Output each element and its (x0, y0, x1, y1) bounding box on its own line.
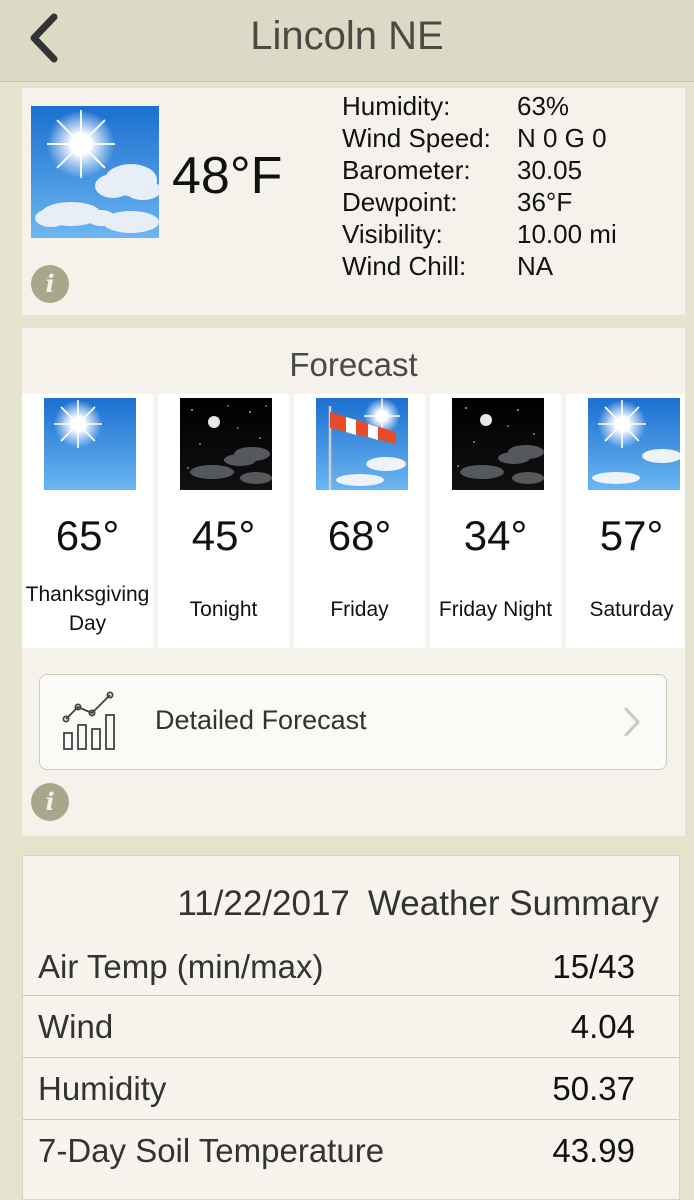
summary-value: 43.99 (552, 1131, 635, 1169)
dewpoint-label: Dewpoint: (342, 187, 458, 217)
summary-value: 50.37 (552, 1069, 635, 1107)
nav-bar: Lincoln NE (0, 0, 694, 82)
current-temperature: 48°F (172, 147, 283, 205)
visibility-value: 10.00 mi (517, 219, 617, 249)
forecast-day[interactable]: 68° Friday (294, 394, 425, 648)
visibility-row: Visibility: 10.00 mi (342, 218, 682, 250)
forecast-days[interactable]: 65° Thanksgiving Day 45° Tonight 68° Fri… (22, 394, 685, 648)
info-icon[interactable]: i (31, 265, 69, 303)
forecast-day-temp: 57° (599, 512, 664, 559)
forecast-heading: Forecast (289, 346, 418, 383)
forecast-day[interactable]: 65° Thanksgiving Day (22, 394, 153, 648)
forecast-day[interactable]: 57° Saturday (566, 394, 685, 648)
wind-chill-label: Wind Chill: (342, 251, 467, 281)
dewpoint-value: 36°F (517, 187, 573, 217)
humidity-label: Humidity: (342, 91, 451, 121)
summary-label: Wind (38, 1007, 114, 1045)
chevron-right-icon (624, 707, 640, 737)
forecast-card: Forecast 65° Thanksgiving Day 45° Tonigh… (22, 328, 685, 836)
wind-speed-label: Wind Speed: (342, 123, 491, 153)
forecast-day-temp: 45° (191, 512, 256, 559)
summary-label: 7-Day Soil Temperature (38, 1131, 385, 1169)
summary-value: 15/43 (552, 948, 635, 985)
weather-summary-card: 11/22/2017 Weather Summary Air Temp (min/… (22, 855, 680, 1200)
humidity-value: 63% (517, 91, 570, 121)
wind-chill-value: NA (517, 251, 554, 281)
summary-row-air-temp: Air Temp (min/max) 15/43 (23, 936, 679, 998)
forecast-day-temp: 68° (327, 512, 392, 559)
current-conditions-card: 48°F Humidity: 63% Wind Speed: N 0 G 0 B… (22, 88, 685, 315)
forecast-day-name: Saturday (589, 597, 674, 621)
forecast-day[interactable]: 34° Friday Night (430, 394, 561, 648)
sunny-icon (588, 398, 680, 490)
summary-row-wind: Wind 4.04 (23, 995, 679, 1057)
wind-speed-row: Wind Speed: N 0 G 0 (342, 122, 682, 154)
summary-row-soil-temp: 7-Day Soil Temperature 43.99 (23, 1119, 679, 1181)
forecast-day-name: Tonight (189, 597, 258, 621)
clear-night-icon (452, 398, 544, 490)
detailed-forecast-button[interactable]: Detailed Forecast (39, 674, 667, 770)
partly-cloudy-sun-icon (31, 106, 159, 238)
summary-title: 11/22/2017 Weather Summary (23, 884, 659, 924)
forecast-day-temp: 65° (55, 512, 120, 559)
forecast-day-name: Thanksgiving Day (25, 583, 150, 635)
summary-title-text: Weather Summary (367, 884, 659, 923)
barometer-label: Barometer: (342, 155, 471, 185)
chart-trend-icon (62, 691, 115, 750)
sunny-icon (44, 398, 136, 490)
clear-night-icon (180, 398, 272, 490)
summary-date: 11/22/2017 (177, 884, 350, 923)
forecast-day-name: Friday (330, 597, 389, 621)
forecast-day-name: Friday Night (438, 597, 553, 621)
summary-row-humidity: Humidity 50.37 (23, 1057, 679, 1119)
conditions-list: Humidity: 63% Wind Speed: N 0 G 0 Barome… (342, 90, 682, 282)
wind-chill-row: Wind Chill: NA (342, 250, 682, 282)
wind-speed-value: N 0 G 0 (517, 123, 607, 153)
windy-icon (316, 398, 408, 490)
visibility-label: Visibility: (342, 219, 443, 249)
info-icon[interactable]: i (31, 783, 69, 821)
barometer-value: 30.05 (517, 155, 583, 185)
summary-label: Humidity (38, 1069, 167, 1107)
humidity-row: Humidity: 63% (342, 90, 682, 122)
barometer-row: Barometer: 30.05 (342, 154, 682, 186)
summary-value: 4.04 (570, 1007, 635, 1045)
page-title: Lincoln NE (250, 14, 444, 58)
forecast-day-temp: 34° (463, 512, 528, 559)
forecast-day[interactable]: 45° Tonight (158, 394, 289, 648)
detailed-forecast-label: Detailed Forecast (155, 705, 367, 735)
summary-label: Air Temp (min/max) (38, 948, 324, 985)
dewpoint-row: Dewpoint: 36°F (342, 186, 682, 218)
